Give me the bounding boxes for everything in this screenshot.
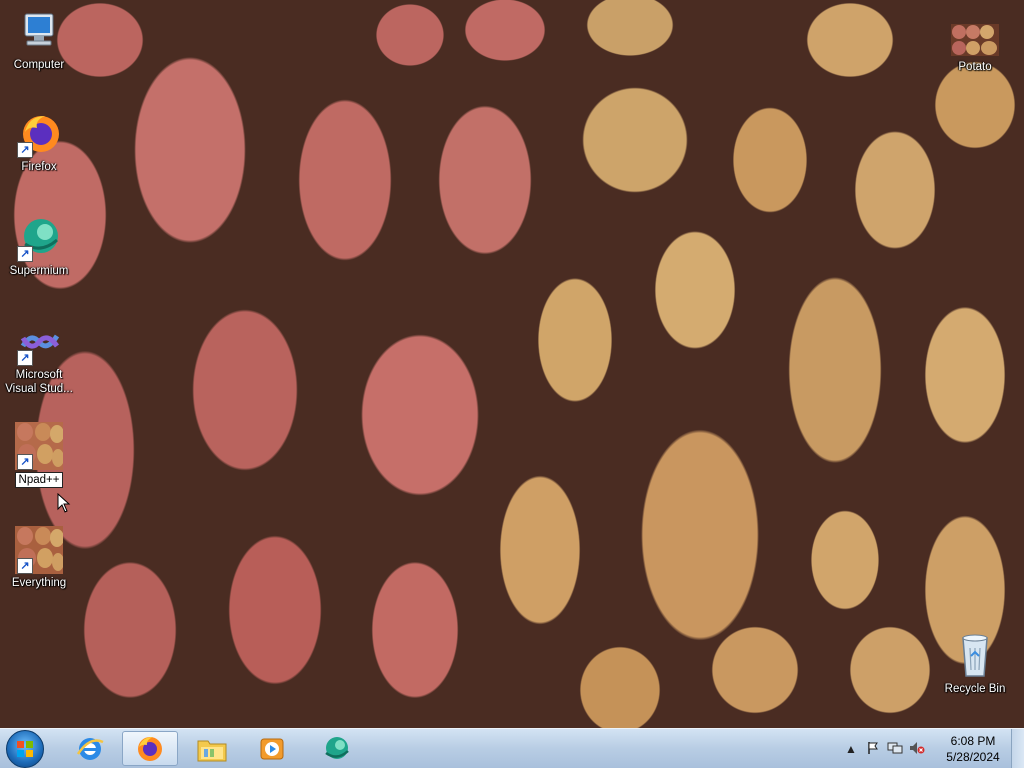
system-tray: ▲ 6:08 PM 5/28/2024: [840, 729, 1008, 768]
desktop-icon-potato[interactable]: Potato: [936, 24, 1014, 74]
media-player-icon: [260, 738, 284, 759]
network-icon[interactable]: [887, 741, 903, 757]
desktop-icon-label: Everything: [11, 577, 67, 589]
taskbar-button-supermium[interactable]: [308, 731, 364, 766]
desktop-icon-label: Recycle Bin: [944, 683, 1006, 695]
firefox-icon: ↗: [15, 110, 63, 158]
recycle-bin-icon: [951, 630, 999, 680]
desktop-icon-everything[interactable]: ↗ Everything: [0, 526, 78, 590]
start-button[interactable]: [6, 730, 44, 768]
desktop-icon-notepad-plus-plus[interactable]: ↗ Npad++: [0, 422, 78, 488]
action-center-flag-icon[interactable]: [865, 741, 881, 757]
supermium-icon: [325, 736, 349, 759]
show-hidden-icons-chevron-icon[interactable]: ▲: [843, 741, 859, 757]
shortcut-arrow-icon: ↗: [17, 350, 33, 366]
shortcut-arrow-icon: ↗: [17, 558, 33, 574]
taskbar-clock[interactable]: 6:08 PM 5/28/2024: [938, 733, 1008, 765]
taskbar-button-media-player[interactable]: [244, 731, 300, 766]
desktop-icon-label: Computer: [13, 59, 65, 71]
rename-textbox[interactable]: Npad++: [14, 472, 64, 488]
desktop-icon-visual-studio[interactable]: ↗ Microsoft Visual Stud...: [0, 318, 78, 396]
clock-date: 5/28/2024: [946, 749, 1000, 764]
desktop-icon-label: Supermium: [9, 265, 69, 277]
shortcut-arrow-icon: ↗: [17, 246, 33, 262]
visual-studio-icon: ↗: [15, 318, 63, 366]
taskbar-button-internet-explorer[interactable]: [62, 731, 118, 766]
desktop-icon-label: Microsoft Visual Stud...: [5, 369, 73, 395]
firefox-icon: [138, 736, 162, 761]
show-desktop-button[interactable]: [1011, 729, 1024, 768]
computer-icon: [15, 8, 63, 56]
taskbar-button-windows-explorer[interactable]: [184, 731, 240, 766]
supermium-icon: ↗: [15, 214, 63, 262]
desktop-icon-label: Potato: [958, 61, 992, 73]
clock-time: 6:08 PM: [950, 733, 996, 748]
desktop-icon-supermium[interactable]: ↗ Supermium: [0, 214, 78, 278]
desktop-icon-recycle-bin[interactable]: Recycle Bin: [936, 630, 1014, 696]
desktop-icon-computer[interactable]: Computer: [0, 8, 78, 72]
windows-logo-icon: [17, 741, 33, 757]
potato-thumbnail-icon: ↗: [15, 526, 64, 574]
folder-icon: [197, 740, 227, 761]
desktop[interactable]: Computer ↗ Firefox ↗ Supermium ↗ Microso…: [0, 0, 1024, 728]
volume-muted-icon[interactable]: [909, 741, 925, 757]
shortcut-arrow-icon: ↗: [17, 454, 33, 470]
potato-thumbnail-icon: [951, 24, 999, 58]
taskbar-button-firefox[interactable]: [122, 731, 178, 766]
shortcut-arrow-icon: ↗: [17, 142, 33, 158]
taskbar: ▲ 6:08 PM 5/28/2024: [0, 728, 1024, 768]
ie-icon: [76, 737, 104, 760]
desktop-icon-label: Firefox: [21, 161, 57, 173]
potato-thumbnail-icon: ↗: [15, 422, 64, 470]
desktop-icon-firefox[interactable]: ↗ Firefox: [0, 110, 78, 174]
